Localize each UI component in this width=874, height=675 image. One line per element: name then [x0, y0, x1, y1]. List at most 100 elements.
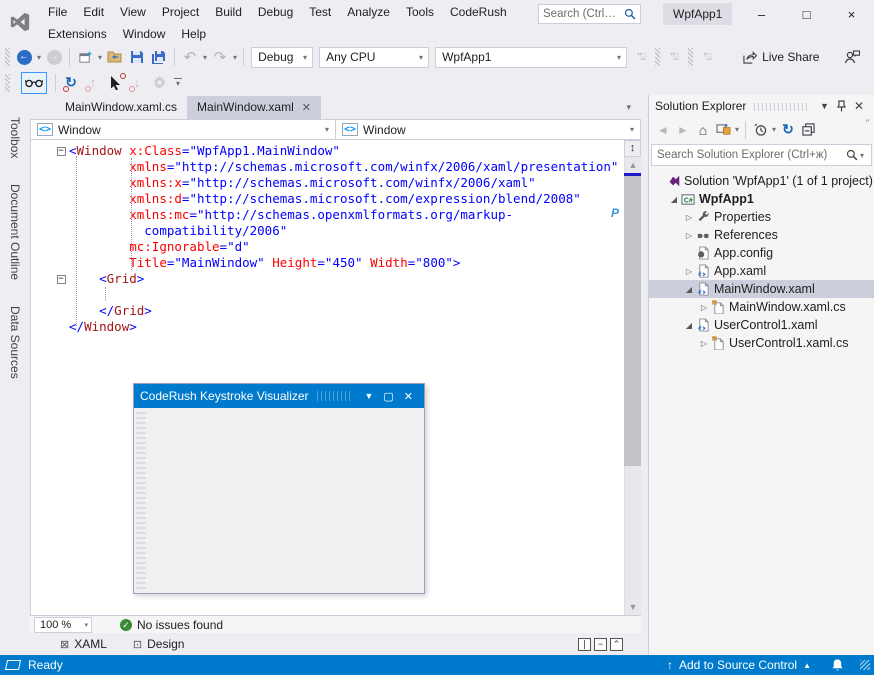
collapsed-arrow-icon[interactable]: ▷: [698, 303, 710, 312]
notifications-bell-icon[interactable]: [831, 658, 844, 672]
source-control-dropdown[interactable]: ▲: [803, 661, 811, 670]
xaml-code-editor[interactable]: −<Window x:Class="WpfApp1.MainWindow" xm…: [30, 140, 641, 615]
tab-list-dropdown[interactable]: ▾: [626, 102, 641, 119]
side-tab-toolbox[interactable]: Toolbox: [8, 117, 22, 158]
menu-build[interactable]: Build: [207, 1, 250, 23]
close-button[interactable]: ×: [829, 0, 874, 28]
tree-item-usercontrol1.xaml.cs[interactable]: ▷UserControl1.xaml.cs: [649, 334, 874, 352]
navigate-forward-button[interactable]: →: [43, 46, 65, 68]
toolbar-grip[interactable]: [5, 74, 10, 92]
coderush-jump-down-button[interactable]: ↓: [126, 72, 148, 94]
background-tasks-icon[interactable]: [5, 660, 21, 670]
scrollbar-thumb[interactable]: [624, 176, 641, 466]
breadcrumb-element-right[interactable]: <> Window ▾: [336, 120, 640, 139]
code-line[interactable]: xmlns:mc="http://schemas.openxmlformats.…: [31, 207, 641, 223]
collapse-pane-button[interactable]: ⌃: [610, 638, 623, 651]
open-file-button[interactable]: [104, 46, 126, 68]
expanded-arrow-icon[interactable]: ◢: [683, 321, 695, 330]
expanded-arrow-icon[interactable]: ◢: [683, 285, 695, 294]
tree-item-mainwindow.xaml[interactable]: ◢MainWindow.xaml: [649, 280, 874, 298]
visualizer-titlebar[interactable]: CodeRush Keystroke Visualizer ▼ ▢ ✕: [134, 384, 424, 408]
se-collapse-all-button[interactable]: [798, 120, 818, 140]
tab-close-icon[interactable]: ✕: [302, 101, 311, 114]
navigate-backward-dropdown[interactable]: ▾: [35, 53, 43, 62]
live-share-button[interactable]: Live Share: [740, 46, 821, 68]
fold-collapse-icon[interactable]: −: [57, 147, 66, 156]
code-line[interactable]: </Window>: [31, 319, 641, 335]
resize-grip[interactable]: [860, 660, 870, 670]
maximize-button[interactable]: □: [784, 0, 829, 28]
se-refresh-button[interactable]: ↻: [778, 120, 798, 140]
redo-button[interactable]: ↷: [209, 46, 231, 68]
redo-dropdown[interactable]: ▾: [231, 53, 239, 62]
se-switch-views-dropdown[interactable]: ▾: [733, 125, 741, 134]
se-search-dropdown[interactable]: ▾: [858, 151, 866, 160]
collapsed-arrow-icon[interactable]: ▷: [683, 213, 695, 222]
editor-explorer-splitter[interactable]: [641, 95, 648, 655]
coderush-jump-up-button[interactable]: ↑: [82, 72, 104, 94]
code-line[interactable]: xmlns:x="http://schemas.microsoft.com/wi…: [31, 175, 641, 191]
coderush-settings-button[interactable]: [148, 72, 170, 94]
visualizer-menu-dropdown[interactable]: ▼: [359, 391, 378, 401]
close-panel-button[interactable]: ✕: [850, 99, 868, 113]
tree-item-app.xaml[interactable]: ▷App.xaml: [649, 262, 874, 280]
toolbar-grip[interactable]: [655, 48, 660, 66]
attach-icon[interactable]: “⍗: [663, 46, 685, 68]
feedback-icon[interactable]: [841, 46, 863, 68]
se-filter-dropdown[interactable]: ▾: [770, 125, 778, 134]
tree-item-references[interactable]: ▷References: [649, 226, 874, 244]
se-forward-button[interactable]: ►: [673, 120, 693, 140]
code-line[interactable]: Title="MainWindow" Height="450" Width="8…: [31, 255, 641, 271]
code-surface[interactable]: −<Window x:Class="WpfApp1.MainWindow" xm…: [31, 140, 641, 335]
tree-item-properties[interactable]: ▷Properties: [649, 208, 874, 226]
menu-test[interactable]: Test: [301, 1, 339, 23]
code-line[interactable]: </Grid>: [31, 303, 641, 319]
save-button[interactable]: [126, 46, 148, 68]
attach-icon[interactable]: “⍗: [630, 46, 652, 68]
se-back-button[interactable]: ◄: [653, 120, 673, 140]
menu-tools[interactable]: Tools: [398, 1, 442, 23]
navigate-backward-button[interactable]: ←: [13, 46, 35, 68]
tree-item-mainwindow.xaml.cs[interactable]: ▷MainWindow.xaml.cs: [649, 298, 874, 316]
quick-search-input[interactable]: Search (Ctrl…: [538, 4, 641, 24]
coderush-visualize-toggle[interactable]: [21, 72, 47, 94]
add-to-source-control-button[interactable]: Add to Source Control: [679, 658, 797, 672]
collapsed-arrow-icon[interactable]: ▷: [683, 267, 695, 276]
menu-debug[interactable]: Debug: [250, 1, 301, 23]
collapsed-arrow-icon[interactable]: ▷: [683, 231, 695, 240]
tab-xaml[interactable]: ⊠ XAML: [60, 637, 107, 651]
menu-analyze[interactable]: Analyze: [339, 1, 398, 23]
coderush-cursor-button[interactable]: [104, 72, 126, 94]
tab-design[interactable]: ⊡ Design: [133, 637, 185, 651]
expanded-arrow-icon[interactable]: ◢: [668, 195, 680, 204]
menu-file[interactable]: File: [40, 1, 75, 23]
code-line[interactable]: [31, 287, 641, 303]
code-line[interactable]: −<Window x:Class="WpfApp1.MainWindow": [31, 143, 641, 159]
menu-view[interactable]: View: [112, 1, 154, 23]
solution-platform-combo[interactable]: Any CPU▾: [319, 47, 429, 68]
menu-window[interactable]: Window: [115, 23, 174, 45]
editor-split-handle[interactable]: ↕: [624, 140, 641, 157]
code-line[interactable]: mc:Ignorable="d": [31, 239, 641, 255]
save-all-button[interactable]: [148, 46, 170, 68]
code-line[interactable]: xmlns="http://schemas.microsoft.com/winf…: [31, 159, 641, 175]
side-tab-document-outline[interactable]: Document Outline: [8, 184, 22, 280]
visualizer-maximize-button[interactable]: ▢: [378, 390, 398, 403]
toolbar-grip[interactable]: [688, 48, 693, 66]
se-toolbar-overflow[interactable]: ”: [866, 118, 870, 128]
code-line[interactable]: − <Grid>: [31, 271, 641, 287]
undo-dropdown[interactable]: ▾: [201, 53, 209, 62]
se-pending-changes-filter-button[interactable]: [750, 120, 770, 140]
zoom-level-combo[interactable]: 100 % ▾: [34, 617, 92, 633]
fold-collapse-icon[interactable]: −: [57, 275, 66, 284]
tree-item-solution-wpfapp1-1-of-1-project-[interactable]: Solution 'WpfApp1' (1 of 1 project): [649, 172, 874, 190]
startup-project-combo[interactable]: WpfApp1▾: [435, 47, 627, 68]
tree-item-usercontrol1.xaml[interactable]: ◢UserControl1.xaml: [649, 316, 874, 334]
document-tab-mainwindow.xaml.cs[interactable]: MainWindow.xaml.cs: [55, 96, 187, 119]
undo-button[interactable]: ↶: [179, 46, 201, 68]
menu-extensions[interactable]: Extensions: [40, 23, 115, 45]
tree-item-app.config[interactable]: App.config: [649, 244, 874, 262]
toolbar-overflow-dropdown[interactable]: ▾: [174, 78, 182, 88]
scroll-up-icon[interactable]: ▲: [627, 160, 639, 170]
side-tab-data-sources[interactable]: Data Sources: [8, 306, 22, 379]
